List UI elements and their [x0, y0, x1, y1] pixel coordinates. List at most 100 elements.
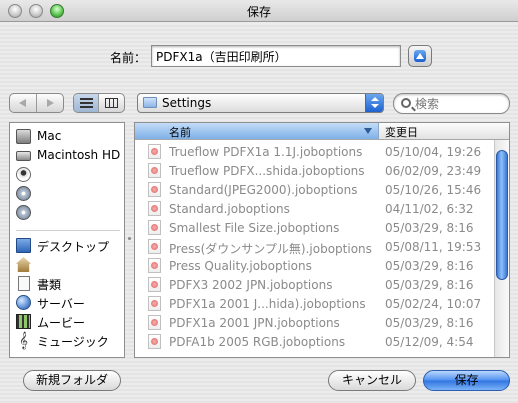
- documents-icon: [18, 276, 30, 291]
- pdf-file-icon: [148, 182, 161, 197]
- sidebar-item-network-user[interactable]: [10, 165, 124, 184]
- file-name: Trueflow PDFX...shida.joboptions: [169, 164, 365, 178]
- file-name: PDFA1b 2005 RGB.joboptions: [169, 335, 346, 349]
- sidebar-item-label: サーバー: [37, 297, 85, 311]
- sidebar-item-mac[interactable]: Mac: [10, 127, 124, 146]
- file-row[interactable]: Smallest File Size.joboptions 05/03/29, …: [135, 218, 494, 237]
- new-folder-button[interactable]: 新規フォルダ: [23, 370, 121, 391]
- file-row[interactable]: PDFX3 2002 JPN.joboptions 05/03/29, 8:16: [135, 275, 494, 294]
- scrollbar-thumb[interactable]: [496, 150, 508, 280]
- file-name: PDFX3 2002 JPN.joboptions: [169, 278, 333, 292]
- column-view-icon: [105, 98, 119, 108]
- disc-icon: [16, 186, 31, 201]
- sidebar-item-label: デスクトップ: [37, 240, 110, 254]
- file-name: Standard.joboptions: [169, 202, 290, 216]
- computer-icon: [16, 129, 31, 144]
- file-name: PDFX1a 2001 JPN.joboptions: [169, 316, 340, 330]
- file-row[interactable]: Trueflow PDFX1a 1.1J.joboptions 05/10/04…: [135, 142, 494, 161]
- save-button[interactable]: 保存: [423, 370, 510, 391]
- sidebar-item-movies[interactable]: ムービー: [10, 312, 124, 331]
- search-input[interactable]: [415, 96, 503, 111]
- sidebar-item-label: ムービー: [37, 316, 86, 330]
- name-column-header[interactable]: 名前: [135, 123, 379, 139]
- hard-drive-icon: [16, 151, 31, 161]
- sidebar: Mac Macintosh HD デスクトップ 書類 サーバー ムービー 𝄞 ミ…: [9, 122, 125, 358]
- list-view-icon: [80, 98, 93, 108]
- splitter-handle-icon: [128, 237, 131, 240]
- file-date: 05/03/29, 8:16: [385, 278, 474, 292]
- pdf-file-icon: [148, 315, 161, 330]
- title-bar: 保存: [0, 0, 518, 22]
- back-forward-control[interactable]: [9, 93, 64, 113]
- folder-icon: [143, 97, 157, 108]
- location-popup[interactable]: Settings: [137, 93, 384, 113]
- sidebar-item-label: Macintosh HD: [37, 148, 121, 162]
- pdf-file-icon: [148, 296, 161, 311]
- file-list: 名前 変更日 Trueflow PDFX1a 1.1J.joboptions 0…: [134, 122, 510, 358]
- file-row[interactable]: Standard(JPEG2000).joboptions 05/10/26, …: [135, 180, 494, 199]
- sidebar-item-label: 書類: [37, 278, 62, 292]
- file-name: Smallest File Size.joboptions: [169, 221, 340, 235]
- file-date: 05/02/24, 10:07: [385, 297, 482, 311]
- name-column-label: 名前: [169, 126, 191, 139]
- view-mode-control[interactable]: [73, 93, 125, 113]
- pdf-file-icon: [148, 144, 161, 159]
- file-date: 05/10/26, 15:46: [385, 183, 482, 197]
- cancel-button[interactable]: キャンセル: [328, 370, 416, 391]
- date-column-header[interactable]: 変更日: [385, 124, 418, 140]
- sidebar-item-documents[interactable]: 書類: [10, 274, 124, 293]
- file-date: 05/08/11, 19:53: [385, 240, 482, 254]
- sidebar-item-disc-2[interactable]: [10, 203, 124, 222]
- desktop-icon: [16, 238, 31, 253]
- window-title: 保存: [246, 5, 271, 19]
- sidebar-item-macintosh-hd[interactable]: Macintosh HD: [10, 146, 124, 165]
- home-icon: [16, 257, 31, 272]
- file-row[interactable]: Trueflow PDFX...shida.joboptions 06/02/0…: [135, 161, 494, 180]
- file-date: 04/11/02, 6:32: [385, 202, 474, 216]
- forward-button[interactable]: [37, 94, 63, 112]
- file-name: PDFX1a 2001 J...hida).joboptions: [169, 297, 366, 311]
- search-field[interactable]: [393, 93, 510, 114]
- sidebar-item-server[interactable]: サーバー: [10, 293, 124, 312]
- sidebar-splitter[interactable]: [126, 122, 134, 358]
- pdf-file-icon: [148, 277, 161, 292]
- file-date: 05/12/09, 4:54: [385, 335, 474, 349]
- collapse-arrow-icon: [414, 50, 426, 62]
- save-as-field[interactable]: [151, 45, 401, 67]
- disc-icon: [16, 205, 31, 220]
- location-label: Settings: [162, 96, 212, 110]
- sidebar-item-disc-1[interactable]: [10, 184, 124, 203]
- sidebar-divider: [16, 230, 120, 231]
- network-user-icon: [16, 167, 31, 182]
- movies-icon: [16, 314, 31, 329]
- sidebar-item-desktop[interactable]: デスクトップ: [10, 236, 124, 255]
- back-arrow-icon: [19, 99, 26, 107]
- file-date: 05/10/04, 19:26: [385, 145, 482, 159]
- save-as-label: 名前：: [110, 51, 147, 65]
- file-row[interactable]: Press(ダウンサンプル無).joboptions 05/08/11, 19:…: [135, 237, 494, 256]
- sidebar-item-music[interactable]: 𝄞 ミュージック: [10, 331, 124, 350]
- file-date: 05/03/29, 8:16: [385, 316, 474, 330]
- file-date: 05/03/29, 8:16: [385, 221, 474, 235]
- expand-dialog-button[interactable]: [408, 45, 432, 67]
- file-name: Press(ダウンサンプル無).joboptions: [169, 242, 372, 256]
- pdf-file-icon: [148, 201, 161, 216]
- file-row[interactable]: PDFX1a 2001 J...hida).joboptions 05/02/2…: [135, 294, 494, 313]
- popup-arrows-icon: [365, 94, 383, 112]
- search-icon: [401, 98, 411, 108]
- file-row[interactable]: Press Quality.joboptions 05/03/29, 8:16: [135, 256, 494, 275]
- file-name: Standard(JPEG2000).joboptions: [169, 183, 358, 197]
- music-icon: 𝄞: [19, 331, 28, 349]
- back-button[interactable]: [10, 94, 37, 112]
- file-list-scrollbar[interactable]: [494, 140, 509, 357]
- file-row[interactable]: PDFA1b 2005 RGB.joboptions 05/12/09, 4:5…: [135, 332, 494, 351]
- pdf-file-icon: [148, 258, 161, 273]
- file-list-header: 名前 変更日: [135, 123, 509, 140]
- column-view-button[interactable]: [99, 94, 124, 112]
- list-view-button[interactable]: [74, 94, 100, 112]
- file-row[interactable]: PDFX1a 2001 JPN.joboptions 05/03/29, 8:1…: [135, 313, 494, 332]
- sidebar-item-home[interactable]: [10, 255, 124, 274]
- pdf-file-icon: [148, 334, 161, 349]
- file-name: Press Quality.joboptions: [169, 259, 312, 273]
- file-row[interactable]: Standard.joboptions 04/11/02, 6:32: [135, 199, 494, 218]
